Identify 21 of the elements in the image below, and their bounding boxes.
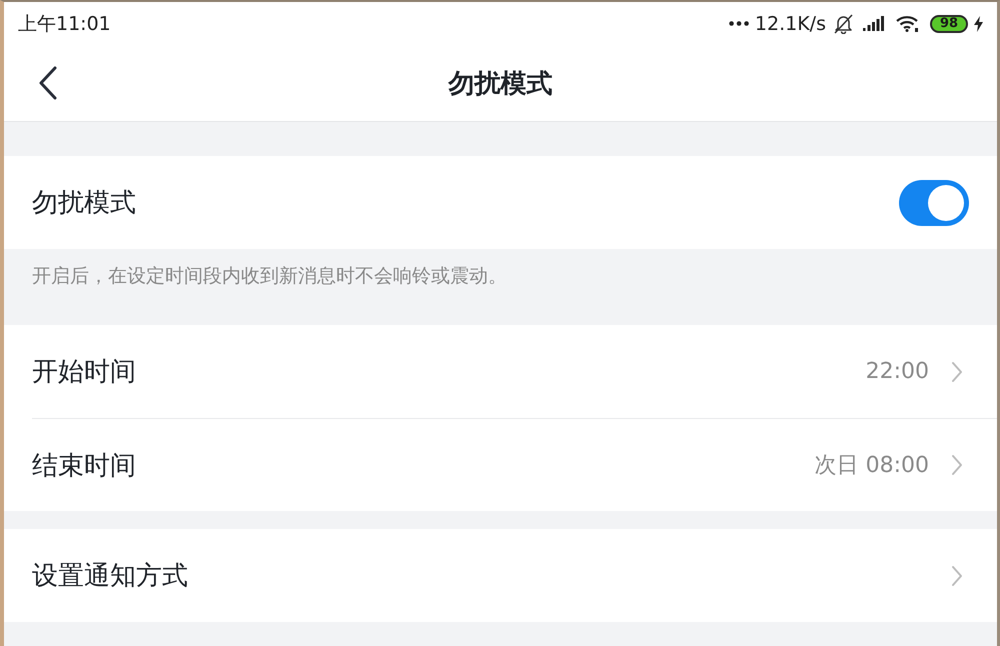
battery-indicator: 98 [930, 14, 968, 32]
setting-label: 勿扰模式 [32, 187, 136, 220]
bell-off-icon [834, 14, 853, 34]
setting-label: 设置通知方式 [32, 560, 188, 593]
setting-description: 开启后，在设定时间段内收到新消息时不会响铃或震动。 [32, 265, 507, 287]
setting-label: 结束时间 [32, 450, 136, 482]
charging-bolt-icon [974, 16, 983, 32]
more-dots-icon [728, 21, 749, 26]
page-title: 勿扰模式 [448, 68, 552, 98]
wifi-icon [896, 15, 920, 32]
setting-value[interactable]: 次日 08:00 [814, 450, 929, 480]
chevron-right-icon[interactable] [951, 564, 963, 586]
chevron-right-icon[interactable] [951, 454, 963, 476]
signal-icon [863, 16, 884, 31]
chevron-right-icon[interactable] [951, 360, 963, 382]
network-speed: 12.1K/s [754, 12, 826, 34]
setting-value[interactable]: 22:00 [866, 359, 929, 384]
setting-label: 开始时间 [32, 356, 136, 389]
back-icon[interactable] [38, 66, 58, 100]
status-time: 上午11:01 [18, 12, 111, 36]
toggle-switch[interactable] [899, 180, 969, 226]
